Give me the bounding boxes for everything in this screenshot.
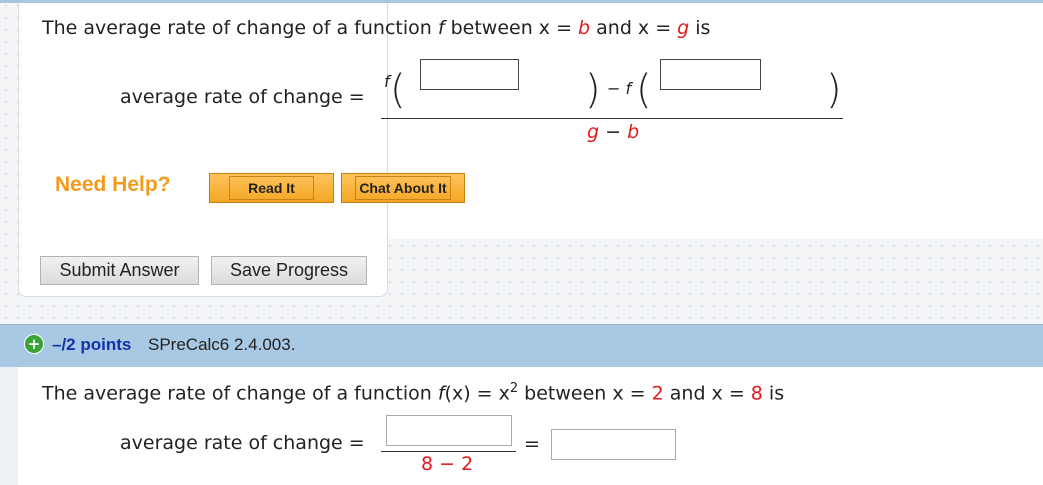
function-symbol: f xyxy=(437,382,445,405)
close-paren-2: ) xyxy=(826,67,842,113)
minus-f: − f xyxy=(607,79,631,98)
var-g: g xyxy=(677,17,690,39)
intro-text: is xyxy=(689,17,711,39)
value-b: 8 xyxy=(750,382,763,405)
close-paren: ) xyxy=(585,67,601,113)
numerator-field[interactable] xyxy=(386,415,512,446)
den-b: b xyxy=(627,121,640,143)
equals-sign: = xyxy=(524,433,540,455)
function-expr: (x) = x xyxy=(444,382,510,405)
intro-text: between x = xyxy=(444,17,579,39)
function-symbol: f xyxy=(437,17,445,39)
read-it-label: Read It xyxy=(229,176,314,200)
save-progress-button[interactable]: Save Progress xyxy=(211,256,367,285)
den-g: g xyxy=(587,121,600,143)
read-it-button[interactable]: Read It xyxy=(209,173,334,203)
need-help-label: Need Help? xyxy=(55,173,171,196)
rate-label-2: average rate of change = xyxy=(120,432,365,454)
var-b: b xyxy=(578,17,591,39)
answer-field-1[interactable] xyxy=(420,59,519,90)
intro-text: between x = xyxy=(518,382,652,405)
intro-text: The average rate of change of a function xyxy=(42,17,438,39)
intro-text: and x = xyxy=(663,382,751,405)
rate-label: average rate of change = xyxy=(120,86,365,108)
intro-text: and x = xyxy=(590,17,678,39)
question2-intro: The average rate of change of a function… xyxy=(42,381,784,404)
question-intro: The average rate of change of a function… xyxy=(42,17,710,39)
exponent: 2 xyxy=(509,381,519,396)
answer-field-2[interactable] xyxy=(660,59,761,90)
minus-f-text: − f xyxy=(607,79,632,98)
result-field[interactable] xyxy=(551,429,676,460)
open-paren-2: ( xyxy=(636,67,652,113)
expand-plus-icon[interactable]: + xyxy=(24,334,44,354)
fraction-line xyxy=(381,118,843,119)
denominator-2: 8 − 2 xyxy=(421,453,474,475)
fraction-line-2 xyxy=(381,451,516,452)
intro-text: is xyxy=(762,382,785,405)
chat-about-it-button[interactable]: Chat About It xyxy=(341,173,465,203)
chat-label: Chat About It xyxy=(355,176,451,200)
points-label: –/2 points xyxy=(52,335,132,354)
open-paren: ( xyxy=(390,67,406,113)
question-id: SPreCalc6 2.4.003. xyxy=(148,335,296,354)
question-card xyxy=(18,3,388,297)
denominator: g − b xyxy=(587,121,639,143)
den-minus: − xyxy=(599,121,628,143)
submit-answer-button[interactable]: Submit Answer xyxy=(40,256,199,285)
value-a: 2 xyxy=(651,382,664,405)
f-symbol: f xyxy=(384,72,390,91)
intro-text: The average rate of change of a function xyxy=(42,382,438,405)
